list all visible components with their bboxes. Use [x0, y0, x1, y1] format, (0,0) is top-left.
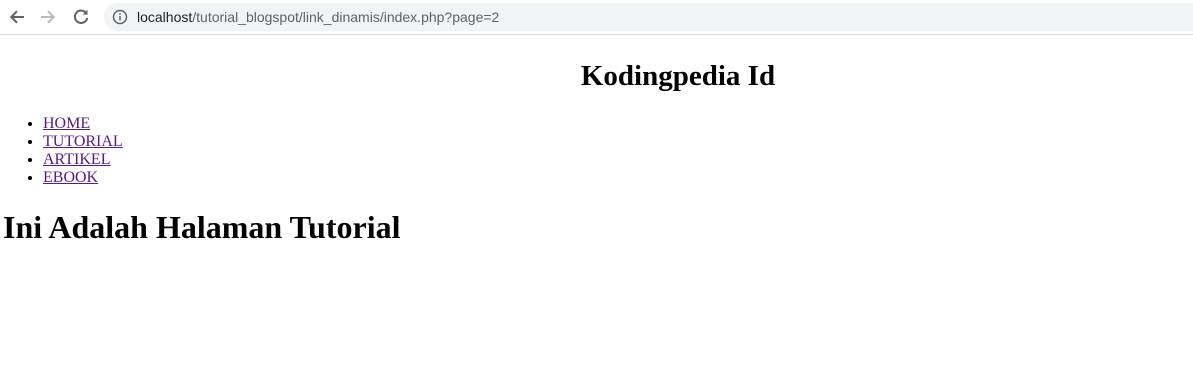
back-button[interactable] — [5, 5, 29, 29]
url-host: localhost — [137, 9, 193, 25]
menu-item-ebook: EBOOK — [43, 169, 123, 187]
reload-icon — [73, 9, 89, 24]
page-heading: Ini Adalah Halaman Tutorial — [3, 209, 401, 245]
url-path: /tutorial_blogspot/link_dinamis/index.ph… — [192, 9, 500, 25]
menu-item-tutorial: TUTORIAL — [43, 133, 123, 151]
page-content: Kodingpedia Id HOME TUTORIAL ARTIKEL EBO… — [0, 36, 1193, 391]
reload-button[interactable] — [69, 5, 93, 29]
menu-link-tutorial[interactable]: TUTORIAL — [43, 133, 123, 150]
menu-link-ebook[interactable]: EBOOK — [43, 169, 98, 186]
back-arrow-icon — [9, 10, 24, 24]
nav-menu: HOME TUTORIAL ARTIKEL EBOOK — [0, 115, 123, 187]
menu-item-home: HOME — [43, 115, 123, 133]
menu-link-home[interactable]: HOME — [43, 115, 90, 132]
forward-button[interactable] — [36, 5, 60, 29]
menu-link-artikel[interactable]: ARTIKEL — [43, 151, 110, 168]
url-text[interactable]: localhost/tutorial_blogspot/link_dinamis… — [137, 9, 499, 25]
info-icon[interactable] — [112, 9, 128, 25]
site-title: Kodingpedia Id — [580, 60, 776, 92]
address-bar[interactable]: localhost/tutorial_blogspot/link_dinamis… — [104, 3, 1193, 31]
browser-toolbar: localhost/tutorial_blogspot/link_dinamis… — [0, 0, 1193, 35]
forward-arrow-icon — [41, 10, 56, 24]
menu-item-artikel: ARTIKEL — [43, 151, 123, 169]
